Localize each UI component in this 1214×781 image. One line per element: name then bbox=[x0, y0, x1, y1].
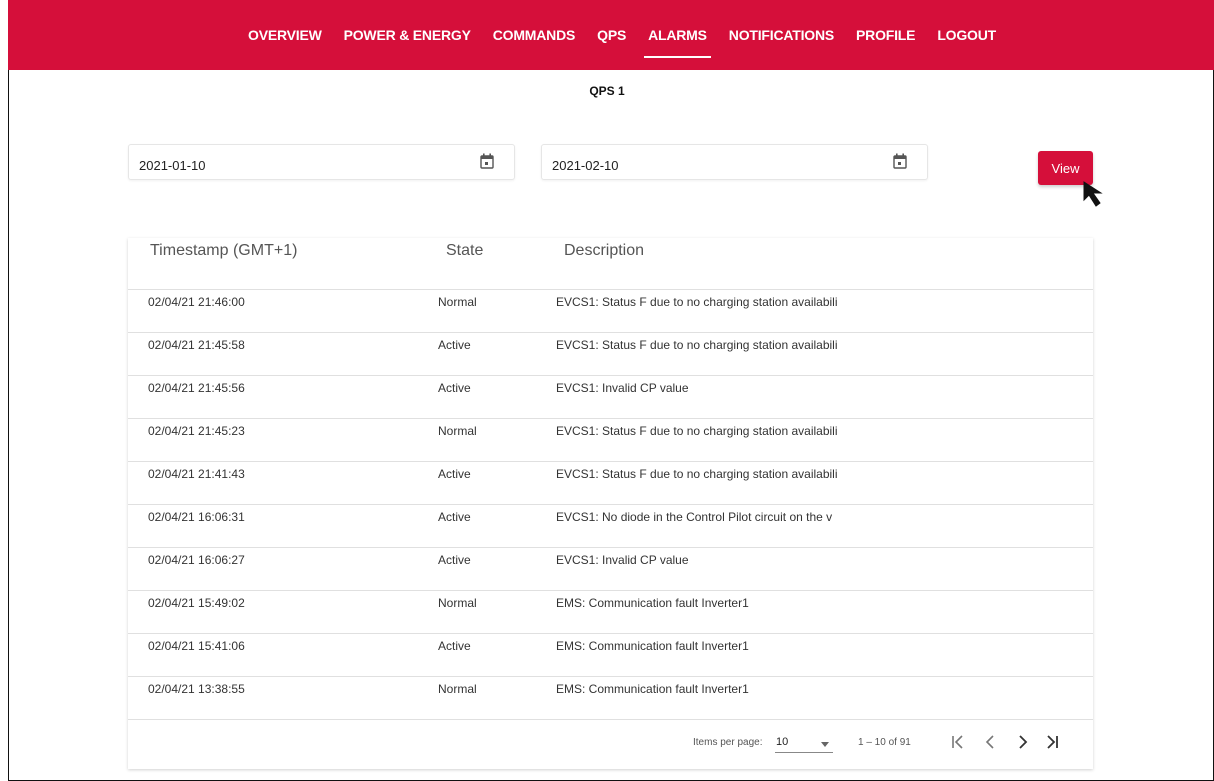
page-title: QPS 1 bbox=[589, 84, 625, 98]
chevron-down-icon[interactable] bbox=[821, 742, 829, 747]
cell-timestamp: 02/04/21 21:46:00 bbox=[148, 295, 245, 309]
alarms-table: Timestamp (GMT+1) State Description 02/0… bbox=[128, 238, 1093, 769]
calendar-icon[interactable] bbox=[480, 153, 494, 169]
nav-profile[interactable]: PROFILE bbox=[856, 0, 915, 70]
table-row[interactable]: 02/04/21 15:41:06 Active EMS: Communicat… bbox=[128, 634, 1093, 677]
from-date-value[interactable]: 2021-01-10 bbox=[139, 158, 206, 173]
table-row[interactable]: 02/04/21 21:41:43 Active EVCS1: Status F… bbox=[128, 462, 1093, 505]
items-per-page-select[interactable]: 10 bbox=[775, 735, 833, 753]
page-range-label: 1 – 10 of 91 bbox=[858, 737, 911, 748]
table-row[interactable]: 02/04/21 21:45:56 Active EVCS1: Invalid … bbox=[128, 376, 1093, 419]
table-row[interactable]: 02/04/21 16:06:31 Active EVCS1: No diode… bbox=[128, 505, 1093, 548]
mouse-cursor-icon bbox=[1083, 181, 1103, 207]
cell-timestamp: 02/04/21 21:45:23 bbox=[148, 424, 245, 438]
cell-state: Active bbox=[438, 510, 471, 524]
table-header: Timestamp (GMT+1) State Description bbox=[128, 238, 1093, 290]
from-date-field[interactable]: 2021-01-10 bbox=[128, 144, 515, 180]
last-page-icon[interactable] bbox=[1040, 730, 1064, 754]
cell-description: EVCS1: Status F due to no charging stati… bbox=[556, 338, 838, 352]
cell-description: EVCS1: Invalid CP value bbox=[556, 381, 689, 395]
column-header-state[interactable]: State bbox=[446, 242, 483, 260]
to-date-value[interactable]: 2021-02-10 bbox=[552, 158, 619, 173]
main-nav: OVERVIEW POWER & ENERGY COMMANDS QPS ALA… bbox=[248, 0, 1018, 70]
table-row[interactable]: 02/04/21 21:45:23 Normal EVCS1: Status F… bbox=[128, 419, 1093, 462]
cell-state: Normal bbox=[438, 596, 477, 610]
cell-timestamp: 02/04/21 15:41:06 bbox=[148, 639, 245, 653]
cell-state: Active bbox=[438, 381, 471, 395]
cell-state: Active bbox=[438, 639, 471, 653]
nav-overview[interactable]: OVERVIEW bbox=[248, 0, 322, 70]
nav-commands[interactable]: COMMANDS bbox=[493, 0, 576, 70]
cell-description: EMS: Communication fault Inverter1 bbox=[556, 596, 749, 610]
cell-description: EMS: Communication fault Inverter1 bbox=[556, 639, 749, 653]
cell-state: Active bbox=[438, 467, 471, 481]
cell-state: Normal bbox=[438, 682, 477, 696]
cell-description: EVCS1: Status F due to no charging stati… bbox=[556, 424, 838, 438]
paginator: Items per page: 10 1 – 10 of 91 bbox=[128, 718, 1093, 769]
cell-description: EVCS1: Invalid CP value bbox=[556, 553, 689, 567]
cell-timestamp: 02/04/21 21:41:43 bbox=[148, 467, 245, 481]
cell-state: Normal bbox=[438, 424, 477, 438]
cell-timestamp: 02/04/21 21:45:58 bbox=[148, 338, 245, 352]
next-page-icon[interactable] bbox=[1011, 730, 1035, 754]
nav-qps[interactable]: QPS bbox=[597, 0, 626, 70]
nav-alarms[interactable]: ALARMS bbox=[644, 0, 711, 70]
table-row[interactable]: 02/04/21 16:06:27 Active EVCS1: Invalid … bbox=[128, 548, 1093, 591]
top-navbar: OVERVIEW POWER & ENERGY COMMANDS QPS ALA… bbox=[8, 0, 1214, 70]
cell-timestamp: 02/04/21 21:45:56 bbox=[148, 381, 245, 395]
cell-timestamp: 02/04/21 16:06:27 bbox=[148, 553, 245, 567]
first-page-icon[interactable] bbox=[946, 730, 970, 754]
cell-state: Normal bbox=[438, 295, 477, 309]
cell-timestamp: 02/04/21 16:06:31 bbox=[148, 510, 245, 524]
column-header-timestamp[interactable]: Timestamp (GMT+1) bbox=[150, 242, 297, 260]
cell-description: EMS: Communication fault Inverter1 bbox=[556, 682, 749, 696]
table-row[interactable]: 02/04/21 21:45:58 Active EVCS1: Status F… bbox=[128, 333, 1093, 376]
to-date-field[interactable]: 2021-02-10 bbox=[541, 144, 928, 180]
table-row[interactable]: 02/04/21 13:38:55 Normal EMS: Communicat… bbox=[128, 677, 1093, 720]
nav-notifications[interactable]: NOTIFICATIONS bbox=[729, 0, 834, 70]
cell-timestamp: 02/04/21 15:49:02 bbox=[148, 596, 245, 610]
table-row[interactable]: 02/04/21 15:49:02 Normal EMS: Communicat… bbox=[128, 591, 1093, 634]
nav-logout[interactable]: LOGOUT bbox=[937, 0, 996, 70]
cell-description: EVCS1: Status F due to no charging stati… bbox=[556, 467, 838, 481]
cell-description: EVCS1: Status F due to no charging stati… bbox=[556, 295, 838, 309]
prev-page-icon[interactable] bbox=[978, 730, 1002, 754]
calendar-icon[interactable] bbox=[893, 153, 907, 169]
cell-state: Active bbox=[438, 338, 471, 352]
items-per-page-value[interactable]: 10 bbox=[776, 736, 788, 748]
table-row[interactable]: 02/04/21 21:46:00 Normal EVCS1: Status F… bbox=[128, 290, 1093, 333]
cell-timestamp: 02/04/21 13:38:55 bbox=[148, 682, 245, 696]
column-header-description[interactable]: Description bbox=[564, 242, 644, 260]
items-per-page-label: Items per page: bbox=[693, 737, 763, 748]
cell-description: EVCS1: No diode in the Control Pilot cir… bbox=[556, 510, 833, 524]
cell-state: Active bbox=[438, 553, 471, 567]
nav-power-energy[interactable]: POWER & ENERGY bbox=[344, 0, 471, 70]
